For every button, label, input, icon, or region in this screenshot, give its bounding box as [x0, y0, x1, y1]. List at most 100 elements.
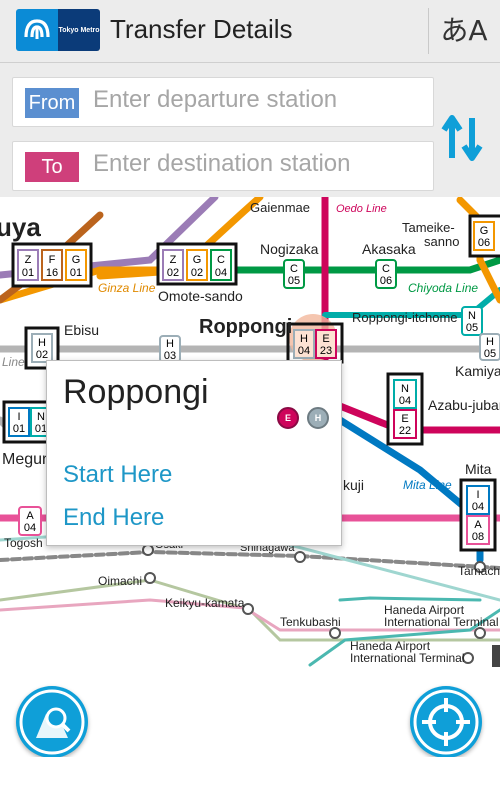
from-tag: From	[25, 88, 79, 118]
logo-wordmark: Tokyo Metro	[58, 9, 100, 51]
end-here-button[interactable]: End Here	[63, 504, 164, 532]
label-kamiya: Kamiya	[455, 363, 500, 379]
map-label: C	[382, 263, 390, 275]
start-here-button[interactable]: Start Here	[63, 461, 172, 489]
map-label: H	[166, 338, 174, 350]
map-label: 01	[13, 423, 25, 435]
label-mita: Mita	[465, 461, 492, 477]
map-label: N	[37, 411, 45, 423]
map-label: N	[468, 310, 476, 322]
map-label: C	[290, 263, 298, 275]
map-label: C	[217, 254, 225, 266]
station-dot	[242, 603, 254, 615]
label-keikyu-kamata: Keikyu-kamata	[165, 596, 245, 610]
station-dot	[144, 572, 156, 584]
map-label: 06	[380, 275, 392, 287]
station-dot	[142, 544, 154, 556]
app-header: Tokyo Metro Transfer Details あA	[0, 0, 500, 63]
code-f16-num: 16	[46, 267, 58, 279]
map-label: 22	[399, 425, 411, 437]
label-ginza-line: Ginza Line	[98, 281, 156, 295]
code-z01-num: 01	[22, 267, 34, 279]
map-label: 04	[399, 395, 411, 407]
label-nogizaka: Nogizaka	[260, 241, 319, 257]
label-meguro: Megur	[2, 451, 48, 468]
map-label: Z	[170, 254, 177, 266]
map-label: G	[193, 254, 202, 266]
label-roppongi: Roppongi	[199, 316, 292, 338]
station-dot	[474, 627, 486, 639]
station-popup: Roppongi E H Start Here End Here	[46, 360, 342, 546]
map-label: 05	[484, 348, 496, 360]
label-haneda-1-b: International Terminal	[384, 615, 499, 629]
label-gaienmae: Gaienmae	[250, 200, 310, 215]
departure-placeholder[interactable]: Enter departure station	[93, 86, 337, 114]
map-search-icon[interactable]	[16, 686, 88, 758]
label-tamachi: Tamachi	[458, 564, 500, 578]
label-haneda-2-b: International Terminal	[350, 651, 465, 665]
map-label: A	[474, 519, 482, 531]
map-label: 06	[478, 237, 490, 249]
label-roppongi-itchome: Roppongi-itchome	[352, 310, 458, 325]
popup-station-name: Roppongi	[63, 373, 209, 411]
map-label: 05	[466, 322, 478, 334]
map-label: E	[401, 413, 408, 425]
label-omote-sando: Omote-sando	[158, 288, 243, 304]
map-label: N	[401, 383, 409, 395]
map-label: I	[476, 489, 479, 501]
label-shibuya: uya	[0, 212, 41, 242]
map-label: 04	[472, 501, 484, 513]
map-label: 23	[320, 345, 332, 357]
map-scroll-handle	[492, 645, 500, 667]
label-tameike: Tameike-	[402, 220, 455, 235]
translate-icon[interactable]: あA	[438, 6, 490, 56]
map-label: E	[322, 333, 329, 345]
ginza-line-east	[96, 268, 164, 280]
page-title: Transfer Details	[110, 14, 293, 44]
station-search-panel: From Enter departure station To Enter de…	[0, 63, 500, 197]
destination-placeholder[interactable]: Enter destination station	[93, 150, 351, 178]
label-akasaka: Akasaka	[362, 241, 416, 257]
label-chiyoda-line: Chiyoda Line	[408, 281, 478, 295]
locate-icon[interactable]	[410, 686, 482, 758]
label-mita-line: Mita Line	[403, 478, 452, 492]
bottom-bar	[0, 757, 500, 786]
code-f16-line: F	[49, 254, 56, 266]
to-tag: To	[25, 152, 79, 182]
label-shirokanedai: kuji	[343, 477, 364, 493]
jr-line	[0, 549, 500, 570]
code-g01-num: 01	[70, 267, 82, 279]
label-oimachi: Oimachi	[98, 574, 142, 588]
map-label: 05	[288, 275, 300, 287]
monorail-2	[338, 596, 482, 602]
map-label: 02	[191, 267, 203, 279]
map-label: 08	[472, 531, 484, 543]
label-togoshi: Togosh	[4, 536, 43, 550]
map-label: H	[486, 336, 494, 348]
station-dot	[294, 551, 306, 563]
metro-mark-icon	[16, 9, 58, 51]
oedo-line-badge: E	[277, 407, 299, 429]
tokyo-metro-logo: Tokyo Metro	[16, 9, 100, 51]
code-z01-line: Z	[25, 254, 32, 266]
map-label: A	[26, 510, 34, 522]
departure-station-field[interactable]: From Enter departure station	[12, 77, 434, 127]
station-dot	[329, 627, 341, 639]
map-label: 02	[167, 267, 179, 279]
destination-station-field[interactable]: To Enter destination station	[12, 141, 434, 191]
map-label: G	[480, 225, 489, 237]
label-azabu-juban: Azabu-juban	[428, 397, 500, 413]
map-label: I	[17, 411, 20, 423]
map-label: 04	[24, 522, 36, 534]
map-label: H	[38, 337, 46, 349]
label-sanno: sanno	[424, 234, 459, 249]
map-label: 04	[298, 345, 310, 357]
map-label: H	[300, 333, 308, 345]
hibiya-line-badge: H	[307, 407, 329, 429]
label-ebisu: Ebisu	[64, 322, 99, 338]
label-tenkubashi: Tenkubashi	[280, 615, 341, 629]
label-line: Line	[2, 355, 25, 369]
swap-icon[interactable]	[440, 110, 486, 166]
header-divider	[428, 8, 429, 54]
code-g01-line: G	[72, 254, 81, 266]
